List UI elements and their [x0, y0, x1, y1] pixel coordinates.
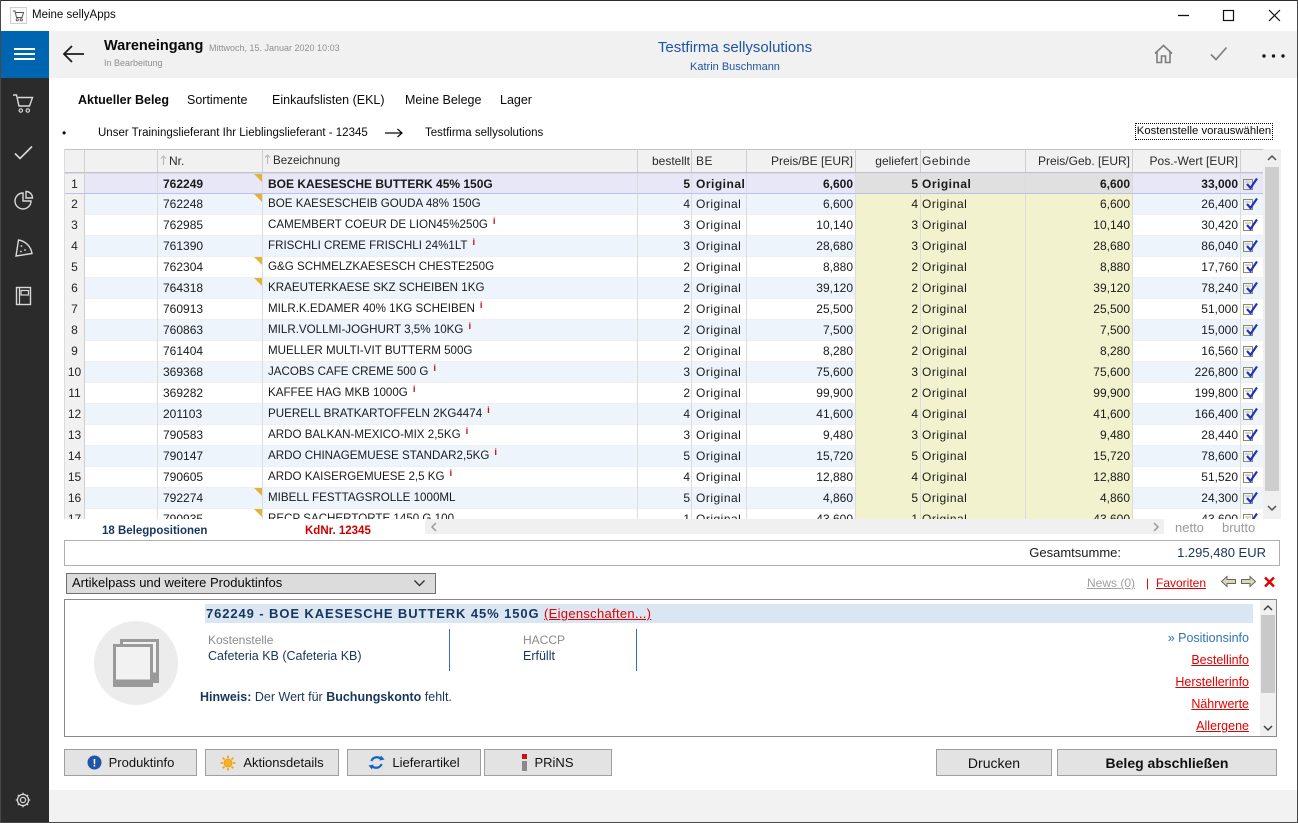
svg-text:!: !	[92, 758, 96, 770]
